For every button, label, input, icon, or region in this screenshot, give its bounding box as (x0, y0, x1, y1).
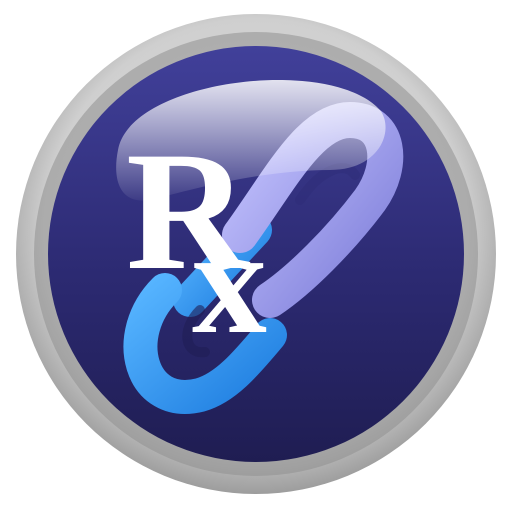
rx-chain-link-icon: R x (0, 0, 512, 512)
rx-symbol-letter-x: x (192, 199, 267, 365)
icon-graphic: R x (16, 14, 496, 494)
